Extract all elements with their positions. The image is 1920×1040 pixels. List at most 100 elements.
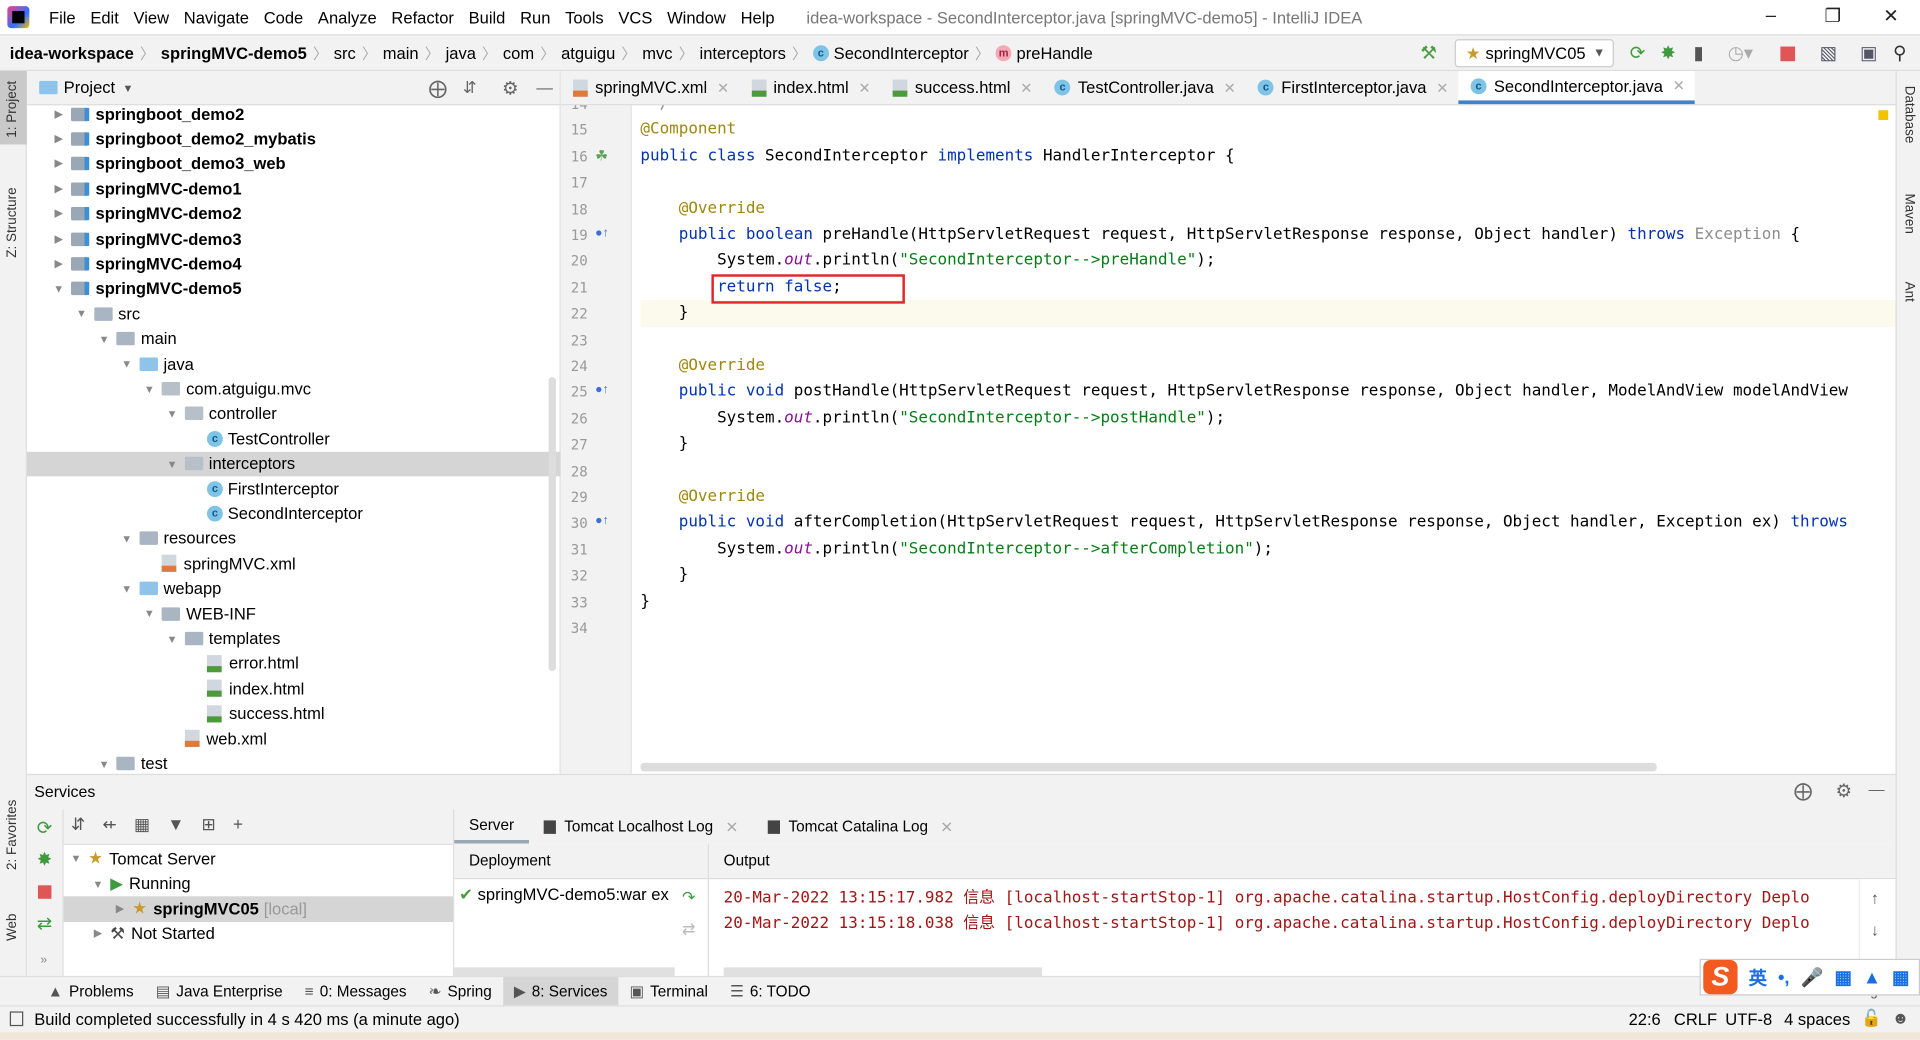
editor-tab[interactable]: c SecondInterceptor.java ✕	[1458, 71, 1695, 105]
service-item[interactable]: ▶ ★ springMVC05 [local]	[63, 896, 454, 922]
add-icon[interactable]: +	[233, 814, 243, 835]
minimize-button[interactable]: –	[1766, 5, 1776, 26]
indent-setting[interactable]: 4 spaces	[1784, 1010, 1850, 1028]
breadcrumb-item[interactable]: main	[383, 43, 419, 61]
menu-help[interactable]: Help	[733, 8, 782, 26]
close-tab-icon[interactable]: ✕	[859, 79, 871, 96]
chevron-down-icon[interactable]: ▼	[119, 358, 134, 370]
tree-item[interactable]: index.html	[27, 676, 561, 701]
skin-icon[interactable]: ▲	[1863, 967, 1881, 988]
chevron-down-icon[interactable]: ▼	[165, 458, 180, 470]
tree-item[interactable]: ▼ com.atguigu.mvc	[27, 376, 561, 401]
scroll-down-icon[interactable]: ↓	[1871, 921, 1879, 939]
menu-window[interactable]: Window	[660, 8, 733, 26]
tool-button[interactable]: ▣ Terminal	[619, 977, 719, 1005]
ime-punctuation[interactable]: •,	[1778, 967, 1790, 988]
tree-item[interactable]: ▼ WEB-INF	[27, 601, 561, 626]
menu-view[interactable]: View	[126, 8, 176, 26]
chevron-down-icon[interactable]: ▼	[51, 283, 66, 295]
tool-button[interactable]: ❧ Spring	[418, 977, 503, 1005]
tree-item[interactable]: ▼ webapp	[27, 576, 561, 601]
editor-tab[interactable]: c TestController.java ✕	[1042, 71, 1245, 104]
chevron-right-icon[interactable]: ▶	[51, 257, 66, 270]
chevron-down-icon[interactable]: ▼	[142, 383, 157, 395]
chevron-down-icon[interactable]: ▼	[122, 81, 133, 93]
ime-language[interactable]: 英	[1749, 964, 1767, 990]
tree-item[interactable]: web.xml	[27, 726, 561, 751]
breadcrumb-item[interactable]: interceptors	[700, 43, 786, 61]
tree-item[interactable]: ▼ controller	[27, 401, 561, 426]
tree-item[interactable]: success.html	[27, 701, 561, 726]
project-scrollbar[interactable]	[548, 377, 556, 672]
gear-icon[interactable]: ⚙	[502, 77, 518, 99]
tool-button[interactable]: ▶ 8: Services	[502, 977, 619, 1006]
tree-item[interactable]: ▼ src	[27, 301, 561, 326]
stripe-maven[interactable]: Maven	[1902, 193, 1917, 233]
breadcrumb-item[interactable]: mvc	[642, 43, 672, 61]
rerun-icon[interactable]: ⟳	[37, 817, 52, 839]
service-item[interactable]: ▼ ★ Tomcat Server	[64, 846, 453, 871]
stripe-database[interactable]: Database	[1902, 86, 1917, 144]
tree-item[interactable]: ▶ springMVC-demo2	[27, 202, 561, 227]
stripe-favorites[interactable]: 2: Favorites	[5, 800, 20, 870]
warning-indicator[interactable]	[1878, 110, 1889, 121]
chevron-right-icon[interactable]: ▶	[51, 157, 66, 170]
tree-item[interactable]: ▼ resources	[27, 526, 561, 551]
tree-item[interactable]: ▼ springMVC-demo5	[27, 276, 561, 301]
lock-icon[interactable]: 🔓	[1861, 1009, 1882, 1029]
service-item[interactable]: ▶ ⚒ Not Started	[64, 921, 453, 946]
menu-edit[interactable]: Edit	[83, 8, 126, 26]
run-anything-icon[interactable]: ▣	[1860, 42, 1877, 64]
debug-icon[interactable]: ✸	[1660, 42, 1675, 64]
tree-item[interactable]: ▶ springMVC-demo3	[27, 227, 561, 252]
tree-item[interactable]: c FirstInterceptor	[27, 476, 561, 501]
service-tab[interactable]: Tomcat Localhost Log ✕	[529, 809, 753, 843]
tree-item[interactable]: ▶ springMVC-demo4	[27, 251, 561, 276]
service-item[interactable]: ▼ ▶ Running	[64, 871, 453, 896]
chevron-down-icon[interactable]: ▼	[97, 757, 112, 769]
close-button[interactable]: ✕	[1883, 5, 1898, 27]
stripe-project[interactable]: 1: Project	[5, 81, 20, 138]
tool-button[interactable]: ▤ Java Enterprise	[145, 977, 294, 1005]
deployment-item[interactable]: ✔ springMVC-demo5:war ex	[459, 885, 675, 905]
close-tab-icon[interactable]: ✕	[717, 79, 729, 96]
project-view-select[interactable]: Project	[64, 78, 115, 96]
chevron-down-icon[interactable]: ▼	[91, 878, 106, 890]
chevron-right-icon[interactable]: ▶	[91, 927, 106, 940]
search-icon[interactable]: ⚲	[1893, 42, 1906, 64]
chevron-down-icon[interactable]: ▼	[74, 308, 89, 320]
editor-h-scrollbar[interactable]	[640, 762, 1657, 772]
tree-item[interactable]: springMVC.xml	[27, 551, 561, 576]
breadcrumb-item[interactable]: src	[334, 43, 356, 61]
new-tab-icon[interactable]: ⊞	[202, 814, 216, 835]
chevron-down-icon[interactable]: ▼	[97, 333, 112, 345]
chevron-down-icon[interactable]: ▼	[119, 583, 134, 595]
ime-toolbar[interactable]: S 英 •, 🎤 ▦ ▲ ▦	[1699, 958, 1920, 996]
chevron-right-icon[interactable]: ▶	[51, 132, 66, 145]
locate-icon[interactable]: ⨁	[1794, 780, 1812, 802]
chevron-down-icon[interactable]: ▼	[142, 608, 157, 620]
locate-icon[interactable]: ⨁	[429, 77, 447, 99]
filter-icon[interactable]: ▼	[167, 814, 184, 835]
toggle-tool-windows-icon[interactable]	[9, 1011, 24, 1027]
deploy-icon[interactable]: ↷	[682, 888, 695, 908]
group-icon[interactable]: ▦	[134, 814, 150, 835]
gear-icon[interactable]: ⚙	[1836, 780, 1852, 802]
chevron-down-icon[interactable]: ▼	[119, 533, 134, 545]
close-tab-icon[interactable]: ✕	[1436, 79, 1448, 96]
chevron-down-icon[interactable]: ▼	[165, 408, 180, 420]
close-tab-icon[interactable]: ✕	[1673, 77, 1685, 94]
tree-item[interactable]: ▶ springboot_demo3_web	[27, 152, 561, 177]
stripe-web[interactable]: Web	[5, 913, 20, 940]
file-encoding[interactable]: UTF-8	[1725, 1010, 1772, 1028]
implements-marker-icon[interactable]: ●↑	[595, 227, 609, 240]
close-tab-icon[interactable]: ✕	[725, 817, 738, 836]
tree-item[interactable]: ▼ java	[27, 351, 561, 376]
editor-tab[interactable]: springMVC.xml ✕	[561, 71, 739, 104]
implements-marker-icon[interactable]: ●↑	[595, 515, 609, 528]
menu-analyze[interactable]: Analyze	[311, 8, 385, 26]
collapse-all-icon[interactable]: ⇷	[103, 814, 117, 835]
chevron-right-icon[interactable]: ▶	[51, 182, 66, 195]
restore-button[interactable]: ❐	[1824, 5, 1840, 27]
build-hammer-icon[interactable]: ⚒	[1420, 42, 1436, 64]
